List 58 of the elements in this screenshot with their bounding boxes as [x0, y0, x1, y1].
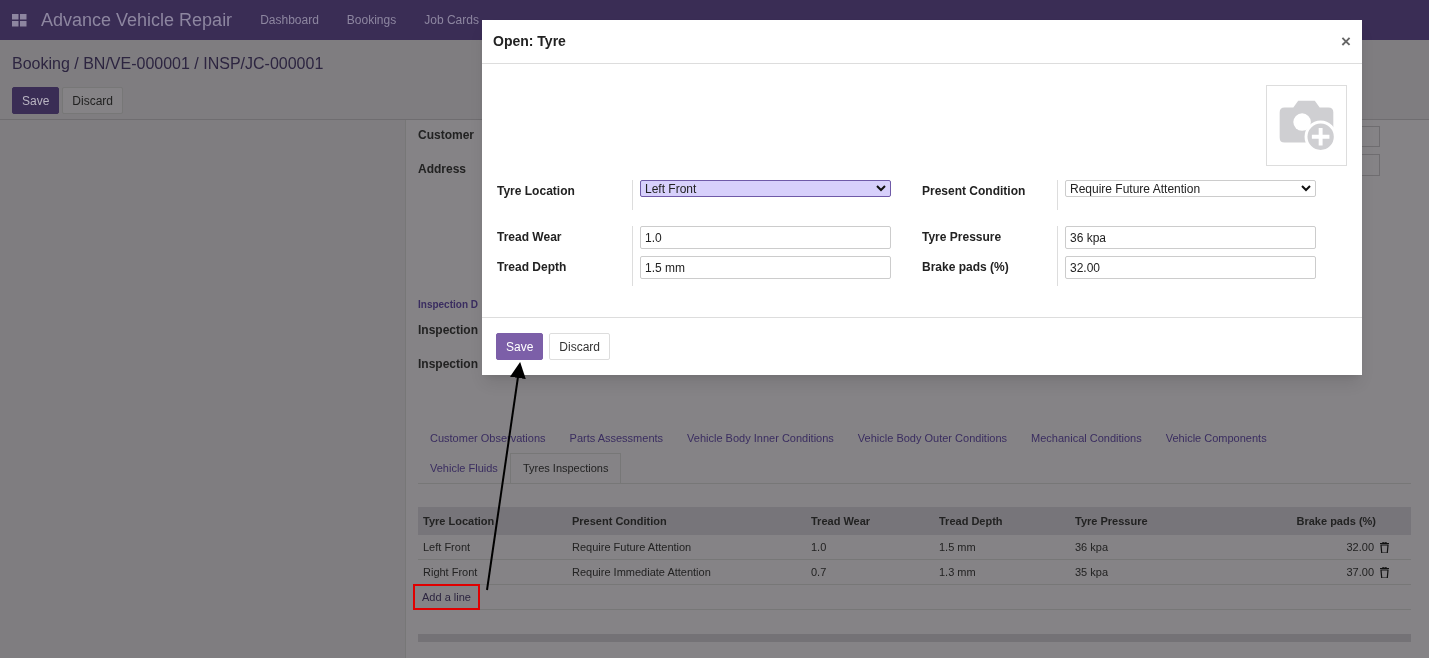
input-field[interactable]: 32.00 [1065, 256, 1316, 279]
nav-link[interactable]: Bookings [332, 11, 411, 29]
select-field[interactable]: Require Future Attention [1065, 180, 1316, 197]
column-header[interactable]: Tread Depth [939, 512, 1075, 530]
field-label: Present Condition [922, 183, 1027, 200]
select-field[interactable]: Left Front [640, 180, 891, 197]
input-field[interactable]: 1.0 [640, 226, 891, 249]
table-cell-text: Left Front [423, 539, 472, 555]
tab[interactable]: Parts Assessments [557, 423, 676, 453]
dialog-title: Open: Tyre [493, 32, 566, 51]
column-header[interactable]: Tyre Location [423, 512, 572, 530]
tab[interactable]: Tyres Inspections [509, 453, 622, 483]
column-header[interactable]: Brake pads (%) [1247, 512, 1406, 530]
table-cell-text: Require Future Attention [572, 539, 693, 555]
chevron-icon [876, 185, 886, 192]
section-title: Inspection D [418, 298, 479, 312]
field-label: Brake pads (%) [922, 259, 1010, 276]
discard-button[interactable]: Discard [62, 87, 124, 114]
chevron-icon [1301, 185, 1311, 192]
save-button[interactable]: Save [496, 333, 544, 360]
table-cell-text: 37.00 [1345, 564, 1375, 580]
table-cell-text: 32.00 [1345, 539, 1375, 555]
field-label: Tread Wear [497, 229, 563, 246]
column-header[interactable]: Tread Wear [811, 512, 939, 530]
close-button[interactable]: × [1341, 33, 1351, 50]
column-header[interactable]: Tyre Pressure [1075, 512, 1247, 530]
breadcrumb[interactable]: Booking / BN/VE-000001 / INSP/JC-000001 [12, 52, 324, 76]
table-cell-text: 36 kpa [1075, 539, 1110, 555]
app-title[interactable]: Advance Vehicle Repair [41, 6, 233, 34]
form-label: Inspection [418, 322, 478, 339]
save-button[interactable]: Save [12, 87, 60, 114]
form-label: Customer [418, 127, 474, 144]
tab[interactable]: Vehicle Fluids [418, 453, 510, 483]
input-field[interactable]: 1.5 mm [640, 256, 891, 279]
tab[interactable]: Vehicle Body Inner Conditions [675, 423, 846, 453]
form-label: Address [418, 161, 467, 178]
discard-button[interactable]: Discard [549, 333, 611, 360]
table-cell-text: 0.7 [811, 564, 828, 580]
nav-link[interactable]: Dashboard [246, 11, 333, 29]
input-field[interactable]: 36 kpa [1065, 226, 1316, 249]
table-cell-text: Require Immediate Attention [572, 564, 712, 580]
form-label: Inspection [418, 356, 478, 373]
field-label: Tyre Location [497, 183, 576, 200]
add-line-link[interactable]: Add a line [413, 583, 480, 611]
table-cell-text: 35 kpa [1075, 564, 1110, 580]
field-label: Tyre Pressure [922, 229, 1003, 246]
tab[interactable]: Vehicle Components [1153, 423, 1279, 453]
apps-menu-icon[interactable] [12, 13, 27, 27]
field-label: Tread Depth [497, 259, 568, 276]
table-cell-text: 1.3 mm [939, 564, 977, 580]
tab[interactable]: Mechanical Conditions [1019, 423, 1154, 453]
column-header[interactable]: Present Condition [572, 512, 811, 530]
table-cell-text: 1.0 [811, 539, 828, 555]
table-cell-text: Right Front [423, 564, 479, 580]
tab[interactable]: Vehicle Body Outer Conditions [845, 423, 1020, 453]
trash-icon[interactable] [1380, 541, 1389, 553]
trash-icon[interactable] [1380, 566, 1389, 578]
table-cell-text: 1.5 mm [939, 539, 977, 555]
